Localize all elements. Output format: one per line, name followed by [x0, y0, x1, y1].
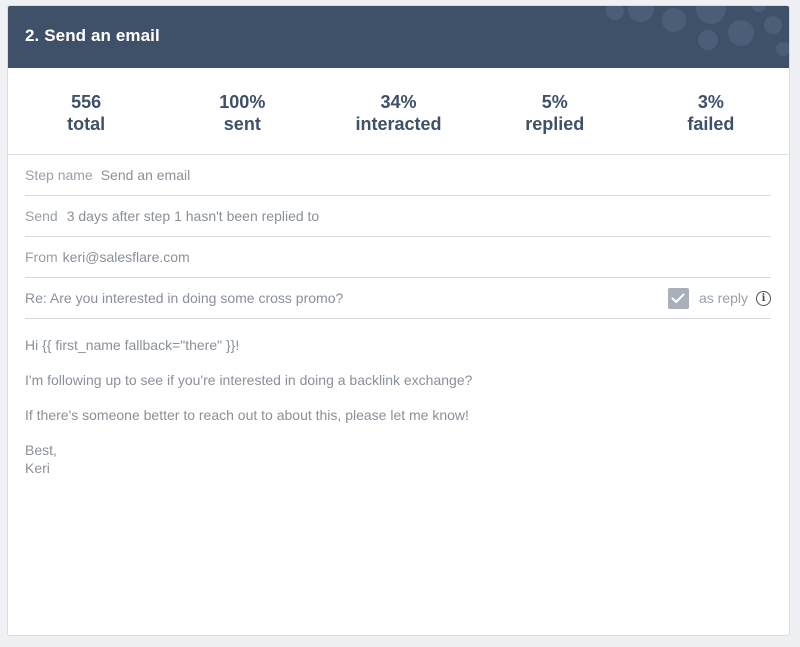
stats-row: 556 total 100% sent 34% interacted 5% re… — [8, 68, 789, 155]
from-label: From — [25, 249, 58, 265]
email-step-card: 2. Send an email 556 total 100% sent 34%… — [7, 5, 790, 636]
send-label: Send — [25, 208, 58, 224]
as-reply-option: as reply i — [667, 278, 771, 318]
step-name-label: Step name — [25, 167, 93, 183]
email-body-editor[interactable]: Hi {{ first_name fallback="there" }}! I'… — [25, 319, 772, 477]
email-line: I'm following up to see if you're intere… — [25, 372, 473, 388]
email-greeting: Hi {{ first_name fallback="there" }}! — [25, 337, 240, 353]
info-icon[interactable]: i — [756, 290, 771, 306]
stat-value: 100% — [219, 92, 266, 112]
stat-value: 556 — [71, 92, 102, 112]
as-reply-label: as reply — [698, 290, 748, 306]
from-field[interactable]: From keri@salesflare.com — [25, 237, 771, 278]
stat-sent: 100% sent — [164, 68, 320, 154]
stat-replied: 5% replied — [477, 68, 633, 154]
subject-field[interactable]: Re: Are you interested in doing some cro… — [25, 278, 771, 319]
stat-total: 556 total — [8, 68, 164, 154]
step-title: 2. Send an email — [25, 26, 160, 45]
stat-value: 3% — [697, 92, 724, 112]
step-name-value[interactable]: Send an email — [101, 167, 191, 183]
step-name-field[interactable]: Step name Send an email — [25, 155, 771, 196]
from-email-value[interactable]: keri@salesflare.com — [63, 249, 190, 265]
send-timing-value[interactable]: 3 days after step 1 hasn't been replied … — [67, 208, 320, 224]
stat-label: replied — [525, 114, 585, 134]
stat-label: total — [67, 114, 106, 134]
header-decoration — [606, 6, 624, 20]
send-timing-field[interactable]: Send 3 days after step 1 hasn't been rep… — [25, 196, 771, 237]
email-line: If there's someone better to reach out t… — [25, 407, 469, 423]
stat-interacted: 34% interacted — [320, 68, 476, 154]
stat-label: interacted — [355, 114, 442, 134]
email-signature: Keri — [25, 460, 50, 476]
email-signoff: Best, — [25, 442, 57, 458]
step-header: 2. Send an email — [8, 6, 789, 68]
stat-value: 5% — [541, 92, 568, 112]
checkmark-icon — [671, 293, 685, 303]
stat-label: sent — [223, 114, 261, 134]
subject-value[interactable]: Re: Are you interested in doing some cro… — [25, 290, 343, 306]
stat-value: 34% — [380, 92, 417, 112]
as-reply-checkbox[interactable] — [667, 287, 689, 309]
stat-label: failed — [687, 114, 735, 134]
stat-failed: 3% failed — [633, 68, 789, 154]
